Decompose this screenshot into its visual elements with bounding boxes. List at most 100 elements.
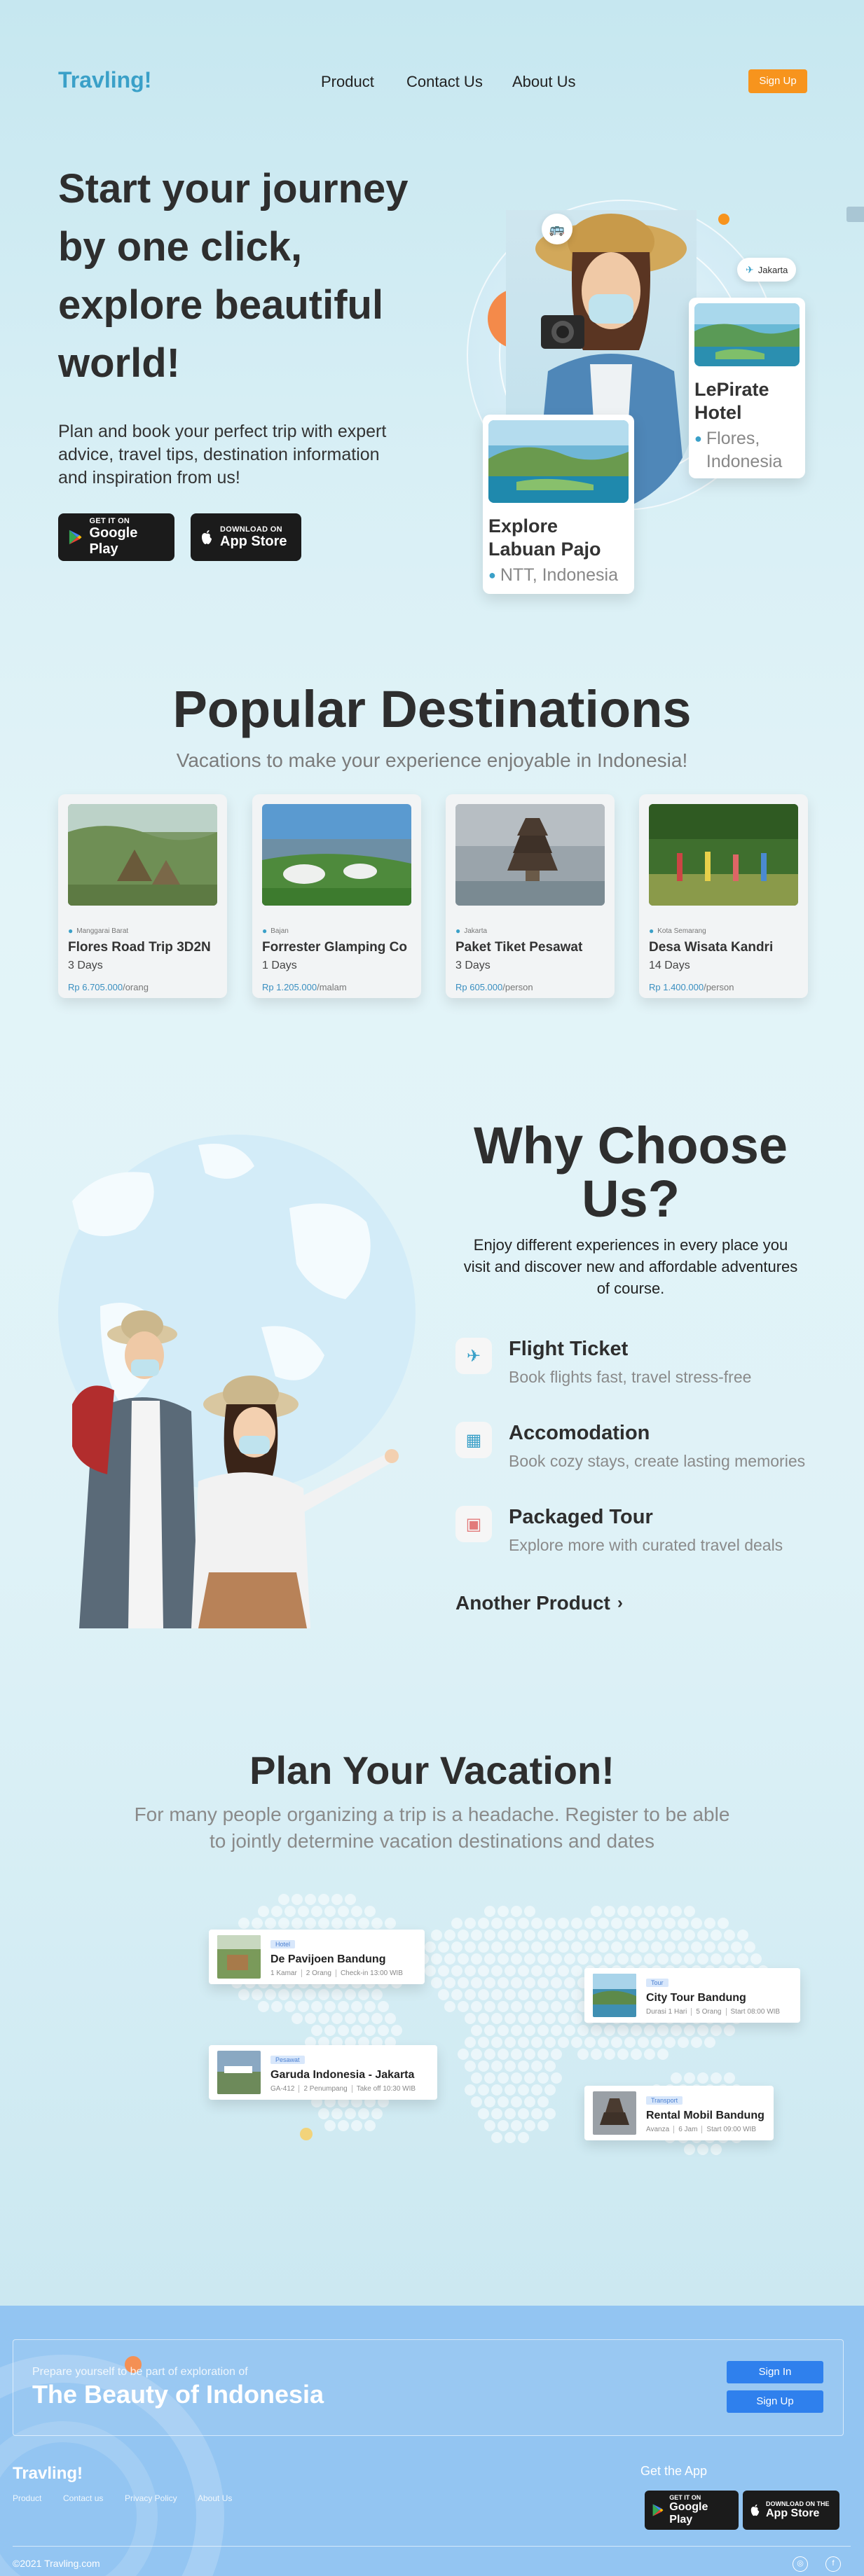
- nav-about[interactable]: About Us: [512, 73, 576, 91]
- price-unit: /malam: [317, 982, 347, 992]
- map-dot: [531, 2084, 542, 2096]
- destination-card[interactable]: ● Bajan Forrester Glamping Co 1 Days Rp 1…: [252, 794, 421, 998]
- map-dot: [571, 2037, 582, 2048]
- map-dot: [238, 1918, 249, 1929]
- map-dot: [591, 1906, 602, 1917]
- map-dot: [577, 2049, 589, 2060]
- map-dot: [345, 2013, 356, 2024]
- footer-link-privacy[interactable]: Privacy Policy: [125, 2493, 177, 2503]
- signin-button[interactable]: Sign In: [727, 2361, 823, 2383]
- map-dot: [564, 1977, 575, 1988]
- map-dot: [305, 2013, 316, 2024]
- price-value: Rp 1.205.000: [262, 982, 317, 992]
- feature-item[interactable]: ▦ Accomodation Book cozy stays, create l…: [455, 1422, 805, 1471]
- map-dot: [478, 2013, 489, 2024]
- map-dot: [524, 1977, 535, 1988]
- plan-title: Plan Your Vacation!: [249, 1748, 615, 1792]
- app-store-button[interactable]: DOWNLOAD ON App Store: [191, 513, 301, 561]
- footer-logo[interactable]: Travling!: [13, 2464, 83, 2484]
- hero-description: Plan and book your perfect trip with exp…: [58, 422, 387, 487]
- destination-card[interactable]: ● Manggarai Barat Flores Road Trip 3D2N 3…: [58, 794, 227, 998]
- map-dot: [518, 2132, 529, 2143]
- map-dot: [718, 1941, 729, 1953]
- map-dot: [298, 2001, 309, 2012]
- side-widget-tab[interactable]: [846, 207, 864, 222]
- map-dot: [484, 1977, 495, 1988]
- labuan-card[interactable]: Explore Labuan Pajo ● NTT, Indonesia: [483, 415, 634, 594]
- map-dot: [511, 2049, 522, 2060]
- price-value: Rp 605.000: [455, 982, 503, 992]
- another-product-link[interactable]: Another Product ›: [455, 1592, 623, 1614]
- feature-item[interactable]: ✈ Flight Ticket Book flights fast, trave…: [455, 1338, 751, 1387]
- vacation-meta: Durasi 1 Hari: [646, 2007, 687, 2016]
- destination-card[interactable]: ● Jakarta Paket Tiket Pesawat 3 Days Rp 6…: [446, 794, 615, 998]
- vacation-card[interactable]: Transport Rental Mobil Bandung Avanza 6 J…: [584, 2086, 774, 2140]
- footer-link-contact[interactable]: Contact us: [63, 2493, 103, 2503]
- map-dot: [711, 1953, 722, 1965]
- map-dot: [511, 1930, 522, 1941]
- map-dot: [657, 2049, 668, 2060]
- map-dot: [591, 2025, 602, 2036]
- map-dot: [465, 1965, 476, 1976]
- location-pin-icon: ●: [488, 568, 496, 582]
- vacation-card-image: [593, 1974, 636, 2017]
- vacation-name: Rental Mobil Bandung: [646, 2109, 764, 2121]
- map-dot: [345, 1894, 356, 1905]
- nav-contact[interactable]: Contact Us: [406, 73, 483, 91]
- google-play-button[interactable]: GET IT ON Google Play: [58, 513, 174, 561]
- feature-item[interactable]: ▣ Packaged Tour Explore more with curate…: [455, 1506, 783, 1555]
- nav-product[interactable]: Product: [321, 73, 374, 91]
- footer-google-play-button[interactable]: GET IT ON Google Play: [645, 2491, 739, 2530]
- footer-app-store-button[interactable]: DOWNLOAD ON THE App Store: [743, 2491, 839, 2530]
- map-dot: [524, 1930, 535, 1941]
- map-dot: [491, 1989, 502, 2000]
- footer-link-product[interactable]: Product: [13, 2493, 41, 2503]
- map-dot: [505, 2013, 516, 2024]
- map-dot: [478, 2037, 489, 2048]
- hotel-card-image: [694, 303, 800, 366]
- vacation-card-image: [217, 1935, 261, 1979]
- footer-get-app: Get the App: [640, 2464, 708, 2478]
- footer-link-about[interactable]: About Us: [198, 2493, 232, 2503]
- vacation-card[interactable]: Hotel De Pavijoen Bandung 1 Kamar 2 Orang…: [209, 1930, 425, 1984]
- feature-subtitle: Book flights fast, travel stress-free: [509, 1368, 752, 1386]
- map-dot: [617, 1953, 629, 1965]
- map-dot: [471, 2096, 482, 2107]
- map-dot: [471, 2025, 482, 2036]
- map-dot: [465, 1941, 476, 1953]
- popular-subtitle: Vacations to make your experience enjoya…: [176, 749, 688, 771]
- labuan-card-image: [488, 420, 629, 503]
- map-dot: [724, 1953, 735, 1965]
- app-store-small: DOWNLOAD ON: [220, 525, 282, 534]
- map-dot: [537, 1930, 549, 1941]
- luggage-icon: ▣: [455, 1506, 492, 1542]
- destination-name: Forrester Glamping Co: [262, 940, 407, 955]
- signup-button[interactable]: Sign Up: [748, 69, 807, 93]
- destination-name: Desa Wisata Kandri: [649, 940, 774, 955]
- map-dot: [711, 1930, 722, 1941]
- map-dot: [371, 1989, 383, 2000]
- vacation-card[interactable]: Pesawat Garuda Indonesia - Jakarta GA-41…: [209, 2045, 437, 2100]
- footer-signup-button[interactable]: Sign Up: [727, 2390, 823, 2413]
- map-dot: [278, 1918, 289, 1929]
- instagram-icon[interactable]: ◎: [793, 2556, 808, 2572]
- map-dot: [524, 2049, 535, 2060]
- map-dot: [544, 2061, 556, 2072]
- map-dot: [724, 1930, 735, 1941]
- destination-card[interactable]: ● Kota Semarang Desa Wisata Kandri 14 Day…: [639, 794, 808, 998]
- hotel-card[interactable]: LePirate Hotel ● Flores, Indonesia: [689, 298, 805, 478]
- map-dot: [737, 1930, 748, 1941]
- price-unit: /orang: [123, 982, 149, 992]
- logo[interactable]: Travling!: [58, 67, 151, 93]
- map-dot: [484, 2072, 495, 2084]
- facebook-icon[interactable]: f: [825, 2556, 841, 2572]
- map-dot: [318, 1918, 329, 1929]
- footer-copyright: ©2021 Travling.com: [13, 2558, 100, 2569]
- map-dot: [577, 1953, 589, 1965]
- vacation-tag: Tour: [646, 1978, 668, 1987]
- vacation-card[interactable]: Tour City Tour Bandung Durasi 1 Hari 5 Or…: [584, 1968, 800, 2023]
- map-dot: [478, 2084, 489, 2096]
- map-dot: [524, 2072, 535, 2084]
- why-description: Enjoy different experiences in every pla…: [463, 1236, 798, 1297]
- map-highlight-dot: [300, 2128, 313, 2140]
